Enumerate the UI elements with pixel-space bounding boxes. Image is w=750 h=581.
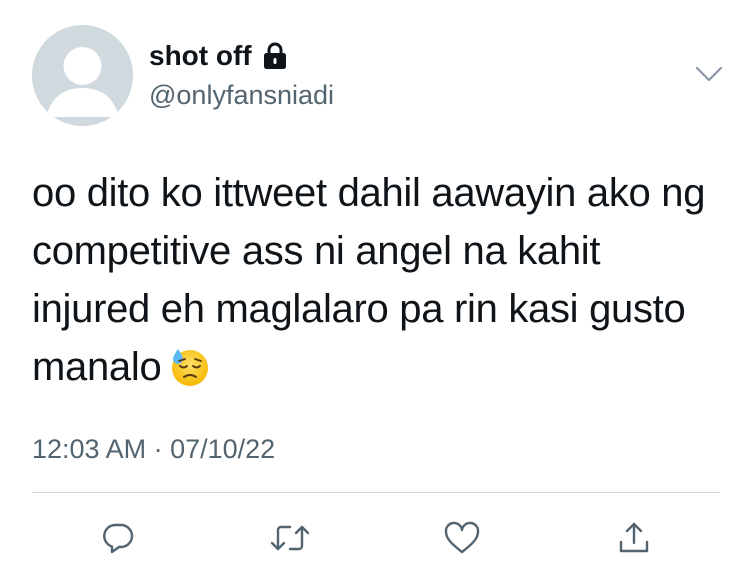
tweet-text: oo dito ko ittweet dahil aawayin ako ng … — [32, 164, 732, 396]
retweet-icon — [270, 525, 310, 551]
like-icon — [444, 521, 480, 554]
display-name[interactable]: shot off — [149, 40, 288, 72]
tweet-line-last: manalo — [32, 338, 732, 396]
tweet-line: injured eh maglalaro pa rin kasi gusto — [32, 287, 686, 331]
tweet-line: oo dito ko ittweet dahil aawayin ako ng — [32, 171, 706, 215]
default-avatar-icon — [32, 25, 133, 126]
chevron-down-icon — [695, 66, 723, 82]
retweet-button[interactable] — [264, 512, 316, 564]
display-name-text: shot off — [149, 40, 252, 71]
lock-icon — [262, 41, 288, 71]
reply-icon — [103, 523, 134, 554]
tweet-line-text: manalo — [32, 345, 162, 389]
downcast-face-with-sweat-emoji — [169, 346, 211, 388]
tweet-timestamp[interactable]: 12:03 AM · 07/10/22 — [32, 434, 275, 465]
user-handle[interactable]: @onlyfansniadi — [149, 80, 334, 111]
share-button[interactable] — [608, 512, 660, 564]
divider — [32, 492, 720, 493]
share-icon — [619, 522, 649, 553]
action-bar — [0, 512, 750, 564]
reply-button[interactable] — [92, 512, 144, 564]
more-options-button[interactable] — [693, 62, 725, 86]
like-button[interactable] — [436, 512, 488, 564]
avatar[interactable] — [32, 25, 133, 126]
tweet-line: competitive ass ni angel na kahit — [32, 229, 601, 273]
